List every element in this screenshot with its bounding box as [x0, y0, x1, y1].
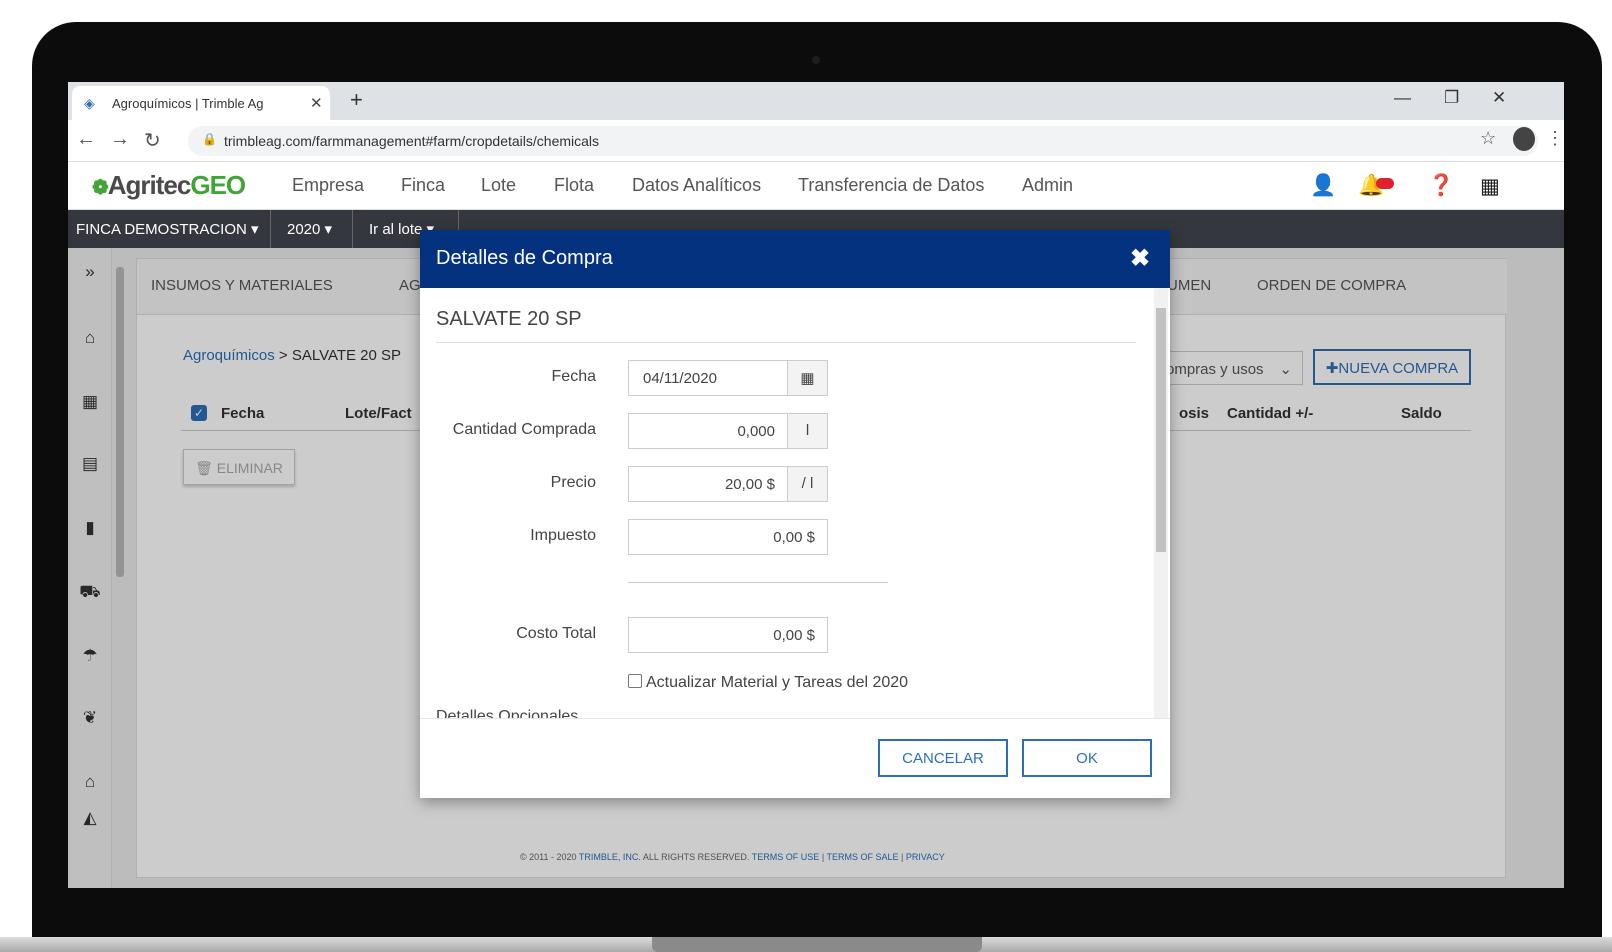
- optional-details-heading: Detalles Opcionales: [436, 708, 579, 718]
- precio-value: 20,00 $: [724, 476, 775, 493]
- tab-title: Agroquímicos | Trimble Ag: [112, 96, 264, 111]
- divider: [628, 582, 888, 583]
- nav-finca[interactable]: Finca: [401, 175, 445, 196]
- ok-button[interactable]: OK: [1022, 739, 1152, 777]
- purchase-details-dialog: Detalles de Compra ✖ SALVATE 20 SP Fecha…: [420, 230, 1170, 798]
- new-tab-button[interactable]: +: [350, 87, 363, 113]
- cantidad-unit: l: [787, 414, 827, 448]
- precio-unit: / l: [787, 467, 827, 501]
- update-material-option[interactable]: Actualizar Material y Tareas del 2020: [628, 674, 908, 692]
- address-bar: ← → ↻ 🔒 trimbleag.com/farmmanagement#far…: [68, 120, 1564, 162]
- update-material-label: Actualizar Material y Tareas del 2020: [646, 674, 909, 691]
- back-icon[interactable]: ←: [76, 128, 96, 151]
- browser-tab[interactable]: ◈ Agroquímicos | Trimble Ag ✕: [72, 86, 330, 120]
- product-name: SALVATE 20 SP: [436, 308, 582, 330]
- laptop-notch: [652, 937, 982, 952]
- divider: [436, 342, 1136, 343]
- costo-total-field[interactable]: 0,00 $: [628, 617, 828, 653]
- help-icon[interactable]: ❓: [1428, 174, 1454, 198]
- impuesto-field[interactable]: 0,00 $: [628, 519, 828, 555]
- precio-label: Precio: [550, 474, 596, 491]
- logo-text-geo: GEO: [190, 170, 246, 200]
- dialog-footer: CANCELAR OK: [420, 718, 1170, 798]
- close-icon[interactable]: ✖: [1130, 244, 1150, 273]
- cantidad-value: 0,000: [737, 423, 775, 440]
- url-text: trimbleag.com/farmmanagement#farm/cropde…: [224, 133, 600, 149]
- agritecgeo-logo[interactable]: ❁AgritecGEO: [92, 170, 246, 201]
- precio-field[interactable]: 20,00 $ / l: [628, 466, 828, 502]
- bookmark-star-icon[interactable]: ☆: [1480, 128, 1496, 149]
- update-material-checkbox[interactable]: [628, 674, 642, 688]
- favicon-icon: ◈: [84, 95, 95, 111]
- dialog-scrollbar-thumb[interactable]: [1156, 308, 1166, 552]
- browser-menu-icon[interactable]: ⋮: [1546, 128, 1564, 149]
- logo-mark-icon: ❁: [92, 177, 109, 199]
- fecha-field[interactable]: 04/11/2020 ▦: [628, 360, 828, 396]
- farm-selector[interactable]: FINCA DEMOSTRACION ▾: [68, 210, 271, 248]
- logo-text: Agritec: [107, 170, 192, 200]
- nav-admin[interactable]: Admin: [1022, 175, 1073, 196]
- dialog-header: Detalles de Compra ✖: [420, 230, 1170, 288]
- impuesto-value: 0,00 $: [773, 529, 815, 546]
- close-window-icon[interactable]: ✕: [1492, 88, 1506, 108]
- nav-transferencia[interactable]: Transferencia de Datos: [798, 175, 984, 196]
- costo-total-label: Costo Total: [516, 625, 596, 642]
- nav-flota[interactable]: Flota: [554, 175, 594, 196]
- dialog-title: Detalles de Compra: [436, 247, 613, 269]
- nav-datos-analiticos[interactable]: Datos Analíticos: [632, 175, 761, 196]
- reload-icon[interactable]: ↻: [144, 128, 161, 153]
- screen: ◈ Agroquímicos | Trimble Ag ✕ + — ❐ ✕ ← …: [68, 82, 1564, 888]
- close-tab-icon[interactable]: ✕: [310, 94, 323, 112]
- nav-empresa[interactable]: Empresa: [292, 175, 364, 196]
- lock-icon: 🔒: [202, 132, 217, 146]
- calendar-icon[interactable]: ▦: [787, 361, 827, 395]
- fecha-value: 04/11/2020: [643, 370, 717, 387]
- notification-badge: [1376, 178, 1394, 189]
- year-selector[interactable]: 2020 ▾: [271, 210, 353, 248]
- nav-lote[interactable]: Lote: [481, 175, 516, 196]
- forward-icon[interactable]: →: [110, 128, 130, 151]
- cantidad-label: Cantidad Comprada: [452, 421, 596, 438]
- browser-tab-bar: ◈ Agroquímicos | Trimble Ag ✕ + — ❐ ✕: [68, 82, 1564, 120]
- cantidad-field[interactable]: 0,000 l: [628, 413, 828, 449]
- app-header: ❁AgritecGEO Empresa Finca Lote Flota Dat…: [68, 162, 1564, 210]
- webcam: [812, 56, 820, 64]
- dialog-body: SALVATE 20 SP Fecha 04/11/2020 ▦ Cantida…: [420, 288, 1170, 718]
- profile-avatar[interactable]: [1513, 127, 1535, 151]
- url-field[interactable]: 🔒 trimbleag.com/farmmanagement#farm/crop…: [188, 126, 1538, 156]
- costo-total-value: 0,00 $: [773, 627, 815, 644]
- fecha-label: Fecha: [551, 368, 596, 385]
- cancel-button[interactable]: CANCELAR: [878, 739, 1008, 777]
- minimize-icon[interactable]: —: [1394, 88, 1411, 108]
- user-icon[interactable]: 👤: [1310, 174, 1336, 198]
- restore-icon[interactable]: ❐: [1444, 88, 1459, 108]
- apps-grid-icon[interactable]: ▦: [1480, 174, 1500, 199]
- impuesto-label: Impuesto: [530, 527, 596, 544]
